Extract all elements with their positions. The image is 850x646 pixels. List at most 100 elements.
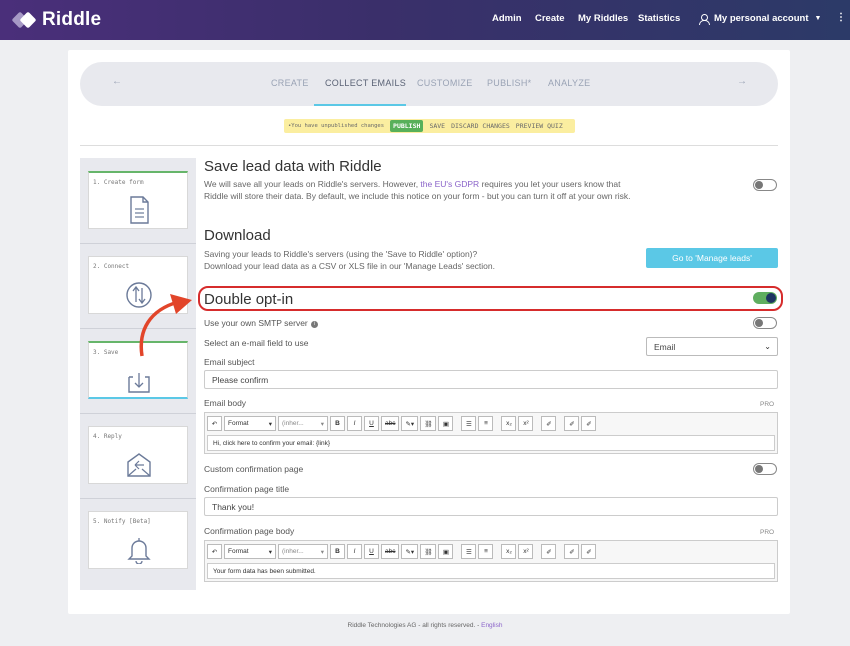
footer-text: Riddle Technologies AG - all rights rese…: [347, 622, 482, 629]
brush-icon[interactable]: ✐: [581, 544, 597, 559]
smtp-label: Use your own SMTP server i: [204, 318, 318, 328]
undo-icon[interactable]: ↶: [207, 416, 222, 431]
font-dropdown[interactable]: (inher... ▾: [278, 544, 328, 559]
save-lead-description: We will save all your leads on Riddle's …: [204, 178, 634, 202]
clear-format-icon[interactable]: ✐: [541, 544, 557, 559]
text-color-icon[interactable]: ✎▾: [401, 416, 419, 431]
sidebar-divider: [80, 498, 196, 499]
custom-page-label: Custom confirmation page: [204, 464, 304, 474]
tab-create[interactable]: CREATE: [271, 78, 309, 88]
publish-button[interactable]: PUBLISH: [390, 120, 424, 132]
font-label: (inher...: [282, 420, 304, 427]
sidebar-item-create-form[interactable]: 1. Create form: [88, 171, 188, 229]
manage-leads-button[interactable]: Go to 'Manage leads': [646, 248, 778, 268]
tab-publish[interactable]: PUBLISH*: [487, 78, 531, 88]
download-title: Download: [204, 227, 271, 244]
email-field-select[interactable]: Email ⌄: [646, 337, 778, 356]
download-description-2: Download your lead data as a CSV or XLS …: [204, 261, 496, 271]
subscript-icon[interactable]: x₂: [501, 416, 517, 431]
gdpr-link[interactable]: the EU's GDPR: [420, 179, 479, 189]
sidebar: 1. Create form 2. Connect 3. Save 4. Rep: [80, 158, 196, 590]
format-dropdown[interactable]: Format ▾: [224, 544, 276, 559]
pro-badge: PRO: [760, 529, 775, 536]
sidebar-item-label: 5. Notify [Beta]: [93, 518, 151, 525]
bold-icon[interactable]: B: [330, 416, 345, 431]
email-body-label: Email body: [204, 398, 247, 408]
brush-icon[interactable]: ✐: [581, 416, 597, 431]
top-bar: Riddle Admin Create My Riddles Statistic…: [0, 0, 850, 40]
discard-changes-button[interactable]: DISCARD CHANGES: [451, 122, 510, 130]
riddle-logo[interactable]: Riddle: [11, 9, 101, 31]
email-field-value: Email: [654, 341, 676, 352]
image-icon[interactable]: ▣: [438, 416, 454, 431]
tab-collect-emails[interactable]: COLLECT EMAILS: [325, 78, 406, 88]
red-arrow-icon: [139, 294, 192, 357]
image-icon[interactable]: ▣: [438, 544, 454, 559]
underline-icon[interactable]: U: [364, 544, 379, 559]
strikethrough-icon[interactable]: abc: [381, 544, 400, 559]
pro-badge: PRO: [760, 401, 775, 408]
chevron-down-icon: ▾: [268, 548, 272, 556]
italic-icon[interactable]: I: [347, 416, 362, 431]
nav-create[interactable]: Create: [535, 13, 565, 24]
tab-analyze[interactable]: ANALYZE: [548, 78, 590, 88]
email-subject-input[interactable]: Please confirm: [204, 370, 778, 389]
font-dropdown[interactable]: (inher... ▾: [278, 416, 328, 431]
nav-statistics[interactable]: Statistics: [638, 13, 680, 24]
save-lead-toggle[interactable]: [753, 179, 777, 191]
logo-icon: [11, 11, 38, 29]
custom-page-toggle[interactable]: [753, 463, 777, 475]
undo-icon[interactable]: ↶: [207, 544, 222, 559]
sidebar-item-notify[interactable]: 5. Notify [Beta]: [88, 511, 188, 569]
chevron-down-icon: ⌄: [764, 342, 771, 351]
bell-icon: [127, 538, 151, 564]
sidebar-item-label: 4. Reply: [93, 433, 122, 440]
nav-admin[interactable]: Admin: [492, 13, 522, 24]
brush-icon[interactable]: ✐: [564, 416, 580, 431]
editor-toolbar: ↶ Format ▾ (inher... ▾ B I U abc ✎▾ ⛓ ▣ ☰ …: [205, 541, 777, 562]
smtp-text: Use your own SMTP server: [204, 318, 308, 328]
text-color-icon[interactable]: ✎▾: [401, 544, 419, 559]
preview-quiz-button[interactable]: PREVIEW QUIZ: [516, 122, 563, 130]
numbered-list-icon[interactable]: ≡: [478, 416, 494, 431]
superscript-icon[interactable]: x²: [518, 416, 534, 431]
unpublished-message: •You have unpublished changes: [288, 123, 385, 129]
superscript-icon[interactable]: x²: [518, 544, 534, 559]
nav-account[interactable]: My personal account ▼: [699, 13, 821, 25]
tab-customize[interactable]: CUSTOMIZE: [417, 78, 473, 88]
numbered-list-icon[interactable]: ≡: [478, 544, 494, 559]
chevron-down-icon: ▾: [320, 420, 324, 428]
strikethrough-icon[interactable]: abc: [381, 416, 400, 431]
clear-format-icon[interactable]: ✐: [541, 416, 557, 431]
italic-icon[interactable]: I: [347, 544, 362, 559]
page-title-input[interactable]: Thank you!: [204, 497, 778, 516]
smtp-toggle[interactable]: [753, 317, 777, 329]
save-lead-title: Save lead data with Riddle: [204, 158, 382, 175]
page-title-label: Confirmation page title: [204, 484, 290, 494]
save-button[interactable]: SAVE: [429, 122, 445, 130]
link-icon[interactable]: ⛓: [420, 416, 437, 431]
sidebar-item-label: 2. Connect: [93, 263, 130, 270]
page-body-content[interactable]: Your form data has been submitted.: [207, 563, 775, 579]
bullet-list-icon[interactable]: ☰: [461, 544, 477, 559]
format-dropdown[interactable]: Format ▾: [224, 416, 276, 431]
page-body-label: Confirmation page body: [204, 526, 295, 536]
bold-icon[interactable]: B: [330, 544, 345, 559]
email-subject-label: Email subject: [204, 357, 255, 367]
nav-my-riddles[interactable]: My Riddles: [578, 13, 628, 24]
more-menu-icon[interactable]: ⋮: [836, 12, 846, 23]
next-step-arrow-icon[interactable]: →: [737, 76, 747, 87]
step-navigation: ← CREATE COLLECT EMAILS CUSTOMIZE PUBLIS…: [80, 62, 778, 106]
language-link[interactable]: English: [481, 622, 502, 629]
info-icon[interactable]: i: [310, 321, 318, 328]
brush-icon[interactable]: ✐: [564, 544, 580, 559]
prev-step-arrow-icon[interactable]: ←: [112, 76, 122, 87]
bullet-list-icon[interactable]: ☰: [461, 416, 477, 431]
sidebar-item-reply[interactable]: 4. Reply: [88, 426, 188, 484]
subscript-icon[interactable]: x₂: [501, 544, 517, 559]
double-optin-toggle[interactable]: [753, 292, 777, 304]
link-icon[interactable]: ⛓: [420, 544, 437, 559]
download-description-1: Saving your leads to Riddle's servers (u…: [204, 249, 478, 259]
email-body-content[interactable]: Hi, click here to confirm your email: {l…: [207, 435, 775, 451]
underline-icon[interactable]: U: [364, 416, 379, 431]
